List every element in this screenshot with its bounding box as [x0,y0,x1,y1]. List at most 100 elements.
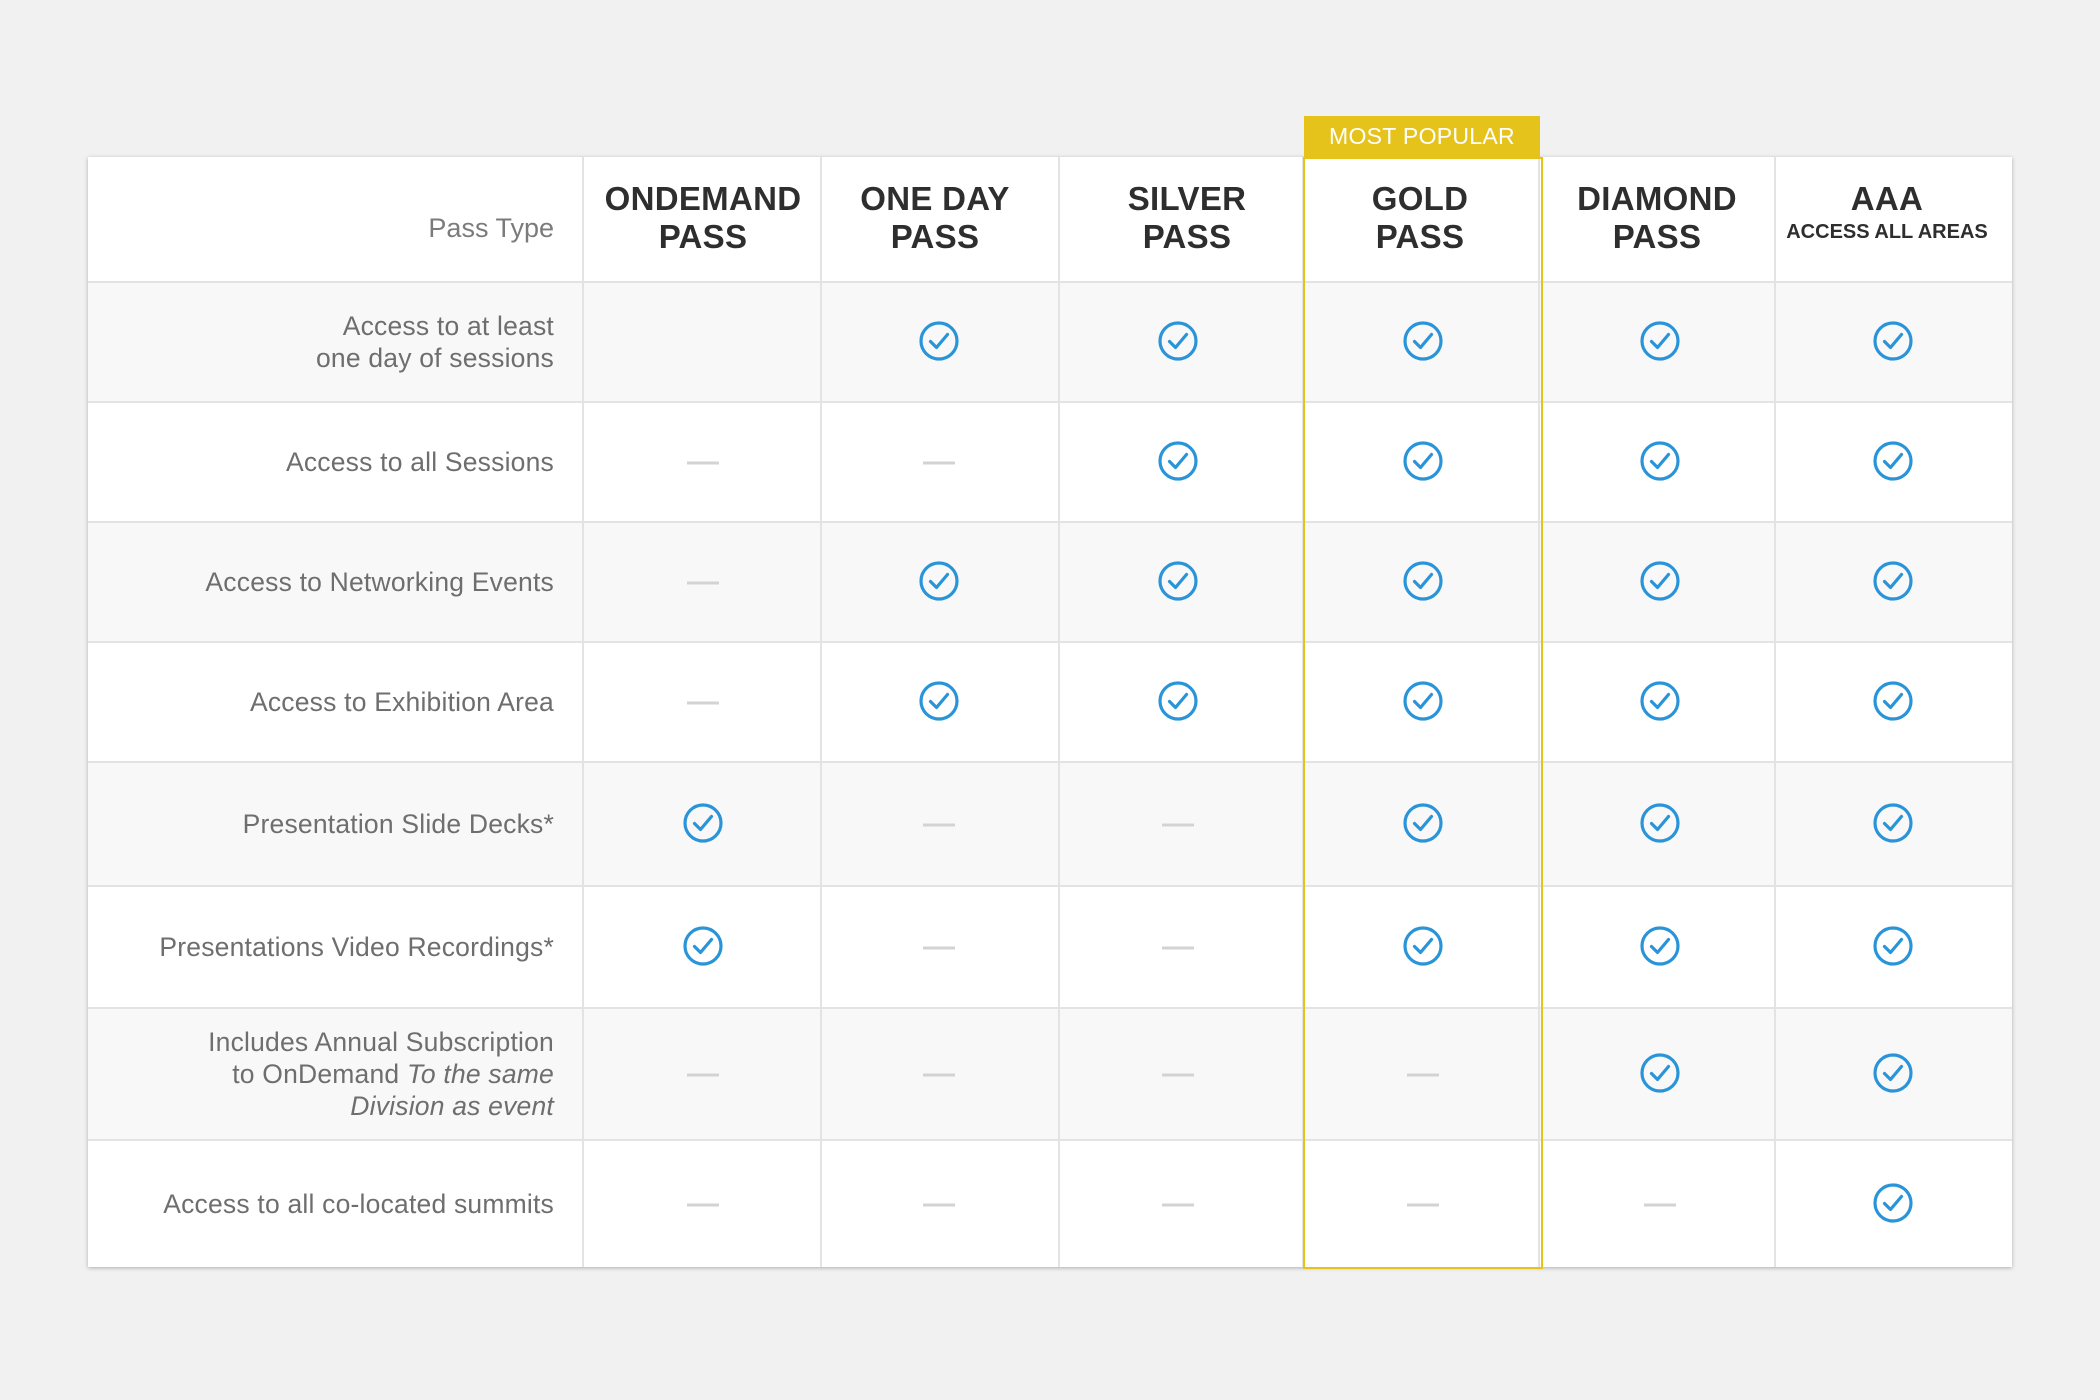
check-circle-icon [1639,925,1681,967]
feature-label-line: Access to all co-located summits [163,1188,554,1219]
column-header-title: ONDEMAND [604,180,802,217]
column-header-diamond: DIAMOND PASS [1542,180,1772,256]
column-header-silver: SILVER PASS [1072,180,1302,256]
check-circle-icon [1872,560,1914,602]
feature-label: Access to all co-located summits [163,1188,554,1220]
dash-icon [1162,1203,1194,1206]
feature-label-line: one day of sessions [315,343,554,373]
feature-label-line: Division as event [208,1090,554,1122]
column-header-title: GOLD [1371,180,1469,217]
dash-icon [923,461,955,465]
column-header-subtitle: PASS [1612,218,1702,255]
check-circle-icon [1872,802,1914,844]
column-header-gold: GOLD PASS [1305,180,1535,256]
check-circle-icon [682,802,724,844]
column-header-title: AAA [1850,180,1924,217]
row-divider [88,761,2012,763]
check-circle-icon [1872,925,1914,967]
column-header-title: ONE DAY [860,180,1010,217]
check-circle-icon [1157,320,1199,362]
check-circle-icon [1402,802,1444,844]
check-circle-icon [1639,680,1681,722]
check-circle-icon [1402,560,1444,602]
row-divider [88,401,2012,403]
feature-label: Access to at least one day of sessions [316,310,554,374]
dash-icon [923,823,955,827]
row-divider [88,1139,2012,1141]
row-divider [88,521,2012,523]
dash-icon [923,946,955,950]
feature-label: Access to Networking Events [205,566,554,598]
check-circle-icon [1872,1052,1914,1094]
dash-icon [1407,1073,1439,1077]
dash-icon [687,701,719,705]
dash-icon [923,1073,955,1077]
check-circle-icon [1402,680,1444,722]
dash-icon [923,1203,955,1206]
dash-icon [687,1203,719,1206]
check-circle-icon [1402,320,1444,362]
check-circle-icon [1639,560,1681,602]
check-circle-icon [918,680,960,722]
dash-icon [687,581,719,585]
feature-label: Presentations Video Recordings* [159,931,554,963]
column-header-title: SILVER [1127,180,1247,217]
column-divider [1538,157,1540,1267]
column-header-aaa: AAA ACCESS ALL AREAS [1772,180,2002,246]
feature-label-line: Includes Annual Subscription [208,1027,554,1057]
column-header-ondemand: ONDEMAND PASS [588,180,818,256]
dash-icon [687,1073,719,1077]
feature-label: Includes Annual Subscription to OnDemand … [208,1026,554,1122]
column-header-subtitle: PASS [1375,218,1465,255]
check-circle-icon [1402,440,1444,482]
dash-icon [1162,946,1194,950]
check-circle-icon [1639,440,1681,482]
pricing-comparison: Pass Type ONDEMAND PASS ONE DAY PASS SILVER PA… [0,0,2100,1400]
dash-icon [1407,1203,1439,1206]
check-circle-icon [1157,440,1199,482]
feature-label: Access to all Sessions [286,446,554,478]
check-circle-icon [1639,802,1681,844]
feature-label-line: to OnDemand To the same [232,1059,554,1089]
column-divider [1058,157,1060,1267]
column-divider [1302,157,1304,1267]
column-divider [820,157,822,1267]
feature-label-note: To the same [399,1059,554,1089]
dash-icon [1644,1203,1676,1206]
column-header-subtitle: PASS [658,218,748,255]
feature-label-line: Presentations Video Recordings* [159,932,554,962]
column-header-oneday: ONE DAY PASS [820,180,1050,256]
pass-type-label: Pass Type [428,213,554,243]
column-header-subtitle: ACCESS ALL AREAS [1786,221,1988,243]
dash-icon [1162,1073,1194,1077]
check-circle-icon [1639,1052,1681,1094]
check-circle-icon [1872,680,1914,722]
feature-label-line: Presentation Slide Decks* [242,809,554,839]
check-circle-icon [918,560,960,602]
feature-label-line: Access to Networking Events [205,567,554,597]
row-divider [88,641,2012,643]
check-circle-icon [682,925,724,967]
column-divider [1774,157,1776,1267]
feature-label-line: Access to all Sessions [285,447,554,477]
column-header-title: DIAMOND [1577,180,1737,217]
check-circle-icon [1402,925,1444,967]
feature-label-line: Access to Exhibition Area [249,687,554,717]
dash-icon [1162,823,1194,827]
row-divider [88,1007,2012,1009]
column-header-subtitle: PASS [890,218,980,255]
check-circle-icon [918,320,960,362]
row-divider [88,885,2012,887]
dash-icon [687,461,719,465]
column-divider [582,157,584,1267]
feature-label-line: Access to at least [342,311,554,341]
check-circle-icon [1639,320,1681,362]
check-circle-icon [1157,680,1199,722]
check-circle-icon [1872,440,1914,482]
feature-label-note: Division as event [350,1091,554,1121]
check-circle-icon [1872,320,1914,362]
feature-label: Access to Exhibition Area [250,686,554,718]
most-popular-badge: MOST POPULAR [1304,116,1540,157]
feature-label: Presentation Slide Decks* [243,808,554,840]
row-divider [88,281,2012,283]
